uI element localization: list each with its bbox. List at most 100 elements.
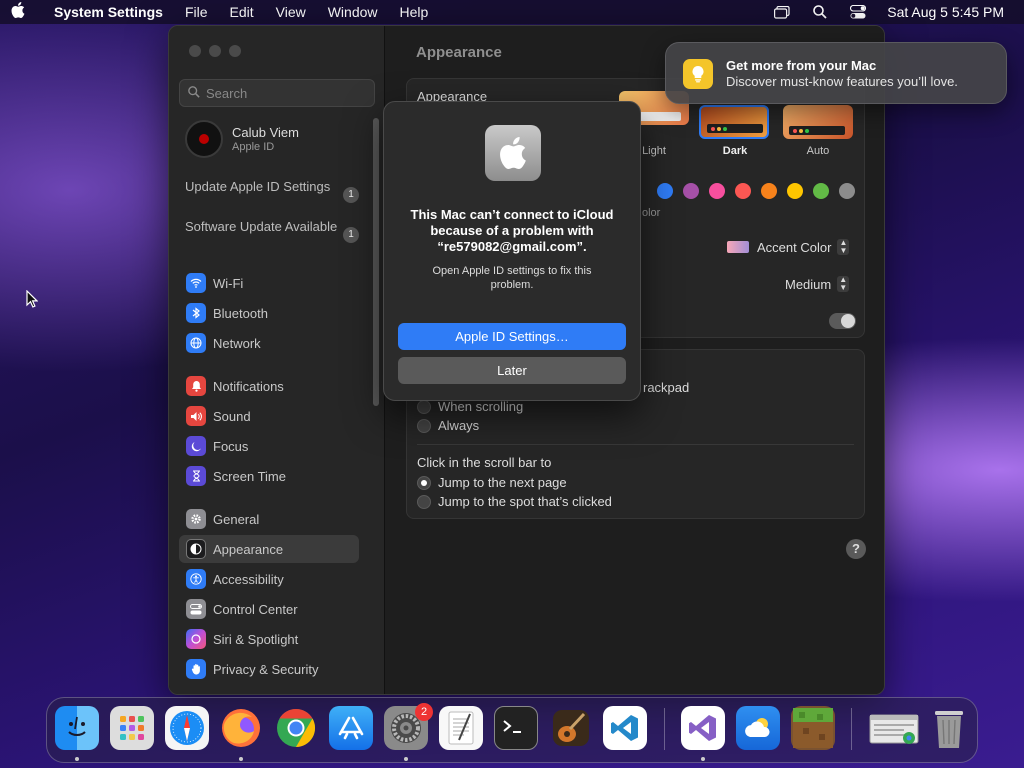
chevron-updown-icon: ▲ ▼: [837, 276, 850, 292]
garageband-icon[interactable]: [549, 706, 593, 750]
auto-mode-thumbnail[interactable]: [783, 105, 853, 139]
accent-swatch-pink[interactable]: [709, 183, 725, 199]
minimized-chrome-window-icon[interactable]: [869, 706, 919, 750]
help-menu[interactable]: Help: [400, 4, 429, 20]
software-update-notice[interactable]: Software Update Available 1: [185, 219, 365, 243]
sidebar-item-siri-spotlight[interactable]: Siri & Spotlight: [179, 625, 359, 653]
show-scroll-bars-label: rackpad: [643, 380, 690, 395]
radio-jump-spot-clicked[interactable]: Jump to the spot that’s clicked: [417, 494, 612, 509]
moon-icon: [186, 436, 206, 456]
file-menu[interactable]: File: [185, 4, 208, 20]
sidebar-item-label: Privacy & Security: [213, 661, 319, 677]
firefox-icon[interactable]: [219, 706, 263, 750]
apple-id-account[interactable]: Calub Viem Apple ID: [185, 120, 299, 158]
sidebar: Calub Viem Apple ID Update Apple ID Sett…: [169, 26, 385, 694]
sidebar-item-privacy-security[interactable]: Privacy & Security: [179, 655, 359, 683]
sidebar-icon-size-dropdown[interactable]: Medium ▲ ▼: [785, 276, 850, 292]
sidebar-item-label: Wi-Fi: [213, 275, 244, 291]
notice-label: Update Apple ID Settings: [185, 179, 331, 194]
speaker-icon: [186, 406, 206, 426]
safari-icon[interactable]: [165, 706, 209, 750]
dark-mode-thumbnail[interactable]: [699, 105, 769, 139]
dock-separator: [851, 708, 852, 750]
click-scroll-bar-label: Click in the scroll bar to: [417, 455, 552, 470]
tips-notification[interactable]: Get more from your Mac Discover must-kno…: [665, 42, 1007, 104]
sidebar-item-network[interactable]: Network: [179, 329, 359, 357]
globe-icon: [186, 333, 206, 353]
terminal-icon[interactable]: [494, 706, 538, 750]
notification-title: Get more from your Mac: [726, 58, 877, 73]
accent-swatch-graphite[interactable]: [839, 183, 855, 199]
radio-button[interactable]: [417, 494, 431, 509]
window-menu[interactable]: Window: [328, 4, 378, 20]
radio-jump-next-page[interactable]: Jump to the next page: [417, 475, 567, 490]
help-button[interactable]: ?: [846, 539, 866, 559]
launchpad-icon[interactable]: [110, 706, 154, 750]
minecraft-icon[interactable]: [791, 706, 835, 750]
visual-studio-icon[interactable]: [681, 706, 725, 750]
sidebar-item-bluetooth[interactable]: Bluetooth: [179, 299, 359, 327]
radio-button[interactable]: [417, 399, 431, 414]
accent-swatch-purple[interactable]: [683, 183, 699, 199]
sidebar-item-control-center[interactable]: Control Center: [179, 595, 359, 623]
sidebar-item-focus[interactable]: Focus: [179, 432, 359, 460]
search-input[interactable]: [206, 85, 356, 101]
window-controls: [189, 45, 241, 57]
sidebar-item-screen-time[interactable]: Screen Time: [179, 462, 359, 490]
close-button[interactable]: [189, 45, 201, 57]
later-button[interactable]: Later: [398, 357, 626, 384]
app-name-menu[interactable]: System Settings: [54, 4, 163, 20]
radio-always[interactable]: Always: [417, 418, 479, 433]
accent-swatch-green[interactable]: [813, 183, 829, 199]
apple-menu-icon[interactable]: [0, 2, 36, 22]
dialog-message: Open Apple ID settings to fix this probl…: [432, 265, 592, 291]
accessibility-icon: [186, 569, 206, 589]
avatar: [185, 120, 223, 158]
sidebar-item-wifi[interactable]: Wi-Fi: [179, 269, 359, 297]
siri-icon: [186, 629, 206, 649]
sidebar-item-appearance[interactable]: Appearance: [179, 535, 359, 563]
view-menu[interactable]: View: [276, 4, 306, 20]
highlight-color-dropdown[interactable]: Accent Color ▲ ▼: [727, 239, 850, 255]
accent-swatch-blue[interactable]: [657, 183, 673, 199]
icloud-alert-dialog: This Mac can’t connect to iCloud because…: [383, 101, 641, 401]
gear-icon: [186, 509, 206, 529]
sidebar-scrollbar[interactable]: [373, 118, 379, 406]
sidebar-item-general[interactable]: General: [179, 505, 359, 533]
edit-menu[interactable]: Edit: [230, 4, 254, 20]
spotlight-search-icon[interactable]: [811, 5, 829, 19]
screen-mirroring-icon[interactable]: [773, 5, 791, 19]
wallpaper-tinting-toggle[interactable]: [829, 313, 856, 329]
sidebar-item-sound[interactable]: Sound: [179, 402, 359, 430]
weather-icon[interactable]: [736, 706, 780, 750]
radio-button[interactable]: [417, 418, 431, 433]
accent-swatch-red[interactable]: [735, 183, 751, 199]
finder-icon[interactable]: [55, 706, 99, 750]
user-name: Calub Viem: [232, 125, 299, 140]
sidebar-item-notifications[interactable]: Notifications: [179, 372, 359, 400]
sidebar-item-label: Appearance: [213, 541, 284, 557]
chrome-icon[interactable]: [274, 706, 318, 750]
firefox-running-indicator: [239, 757, 243, 761]
radio-label: Jump to the next page: [438, 475, 567, 490]
finder-running-indicator: [75, 757, 79, 761]
radio-button-selected[interactable]: [417, 475, 431, 490]
sidebar-item-accessibility[interactable]: Accessibility: [179, 565, 359, 593]
radio-when-scrolling[interactable]: When scrolling: [417, 399, 523, 414]
trash-icon[interactable]: [927, 706, 971, 750]
sidebar-item-label: Accessibility: [213, 571, 284, 587]
textedit-icon[interactable]: [439, 706, 483, 750]
search-field[interactable]: [179, 79, 375, 107]
mouse-pointer-icon: [26, 289, 39, 313]
accent-swatch-orange[interactable]: [761, 183, 777, 199]
menubar-clock[interactable]: Sat Aug 5 5:45 PM: [887, 4, 1004, 20]
vscode-icon[interactable]: [603, 706, 647, 750]
update-apple-id-notice[interactable]: Update Apple ID Settings 1: [185, 179, 365, 203]
minimize-button[interactable]: [209, 45, 221, 57]
bluetooth-icon: [186, 303, 206, 323]
zoom-button[interactable]: [229, 45, 241, 57]
apple-id-settings-button[interactable]: Apple ID Settings…: [398, 323, 626, 350]
app-store-icon[interactable]: [329, 706, 373, 750]
control-center-icon[interactable]: [849, 5, 867, 19]
accent-swatch-yellow[interactable]: [787, 183, 803, 199]
